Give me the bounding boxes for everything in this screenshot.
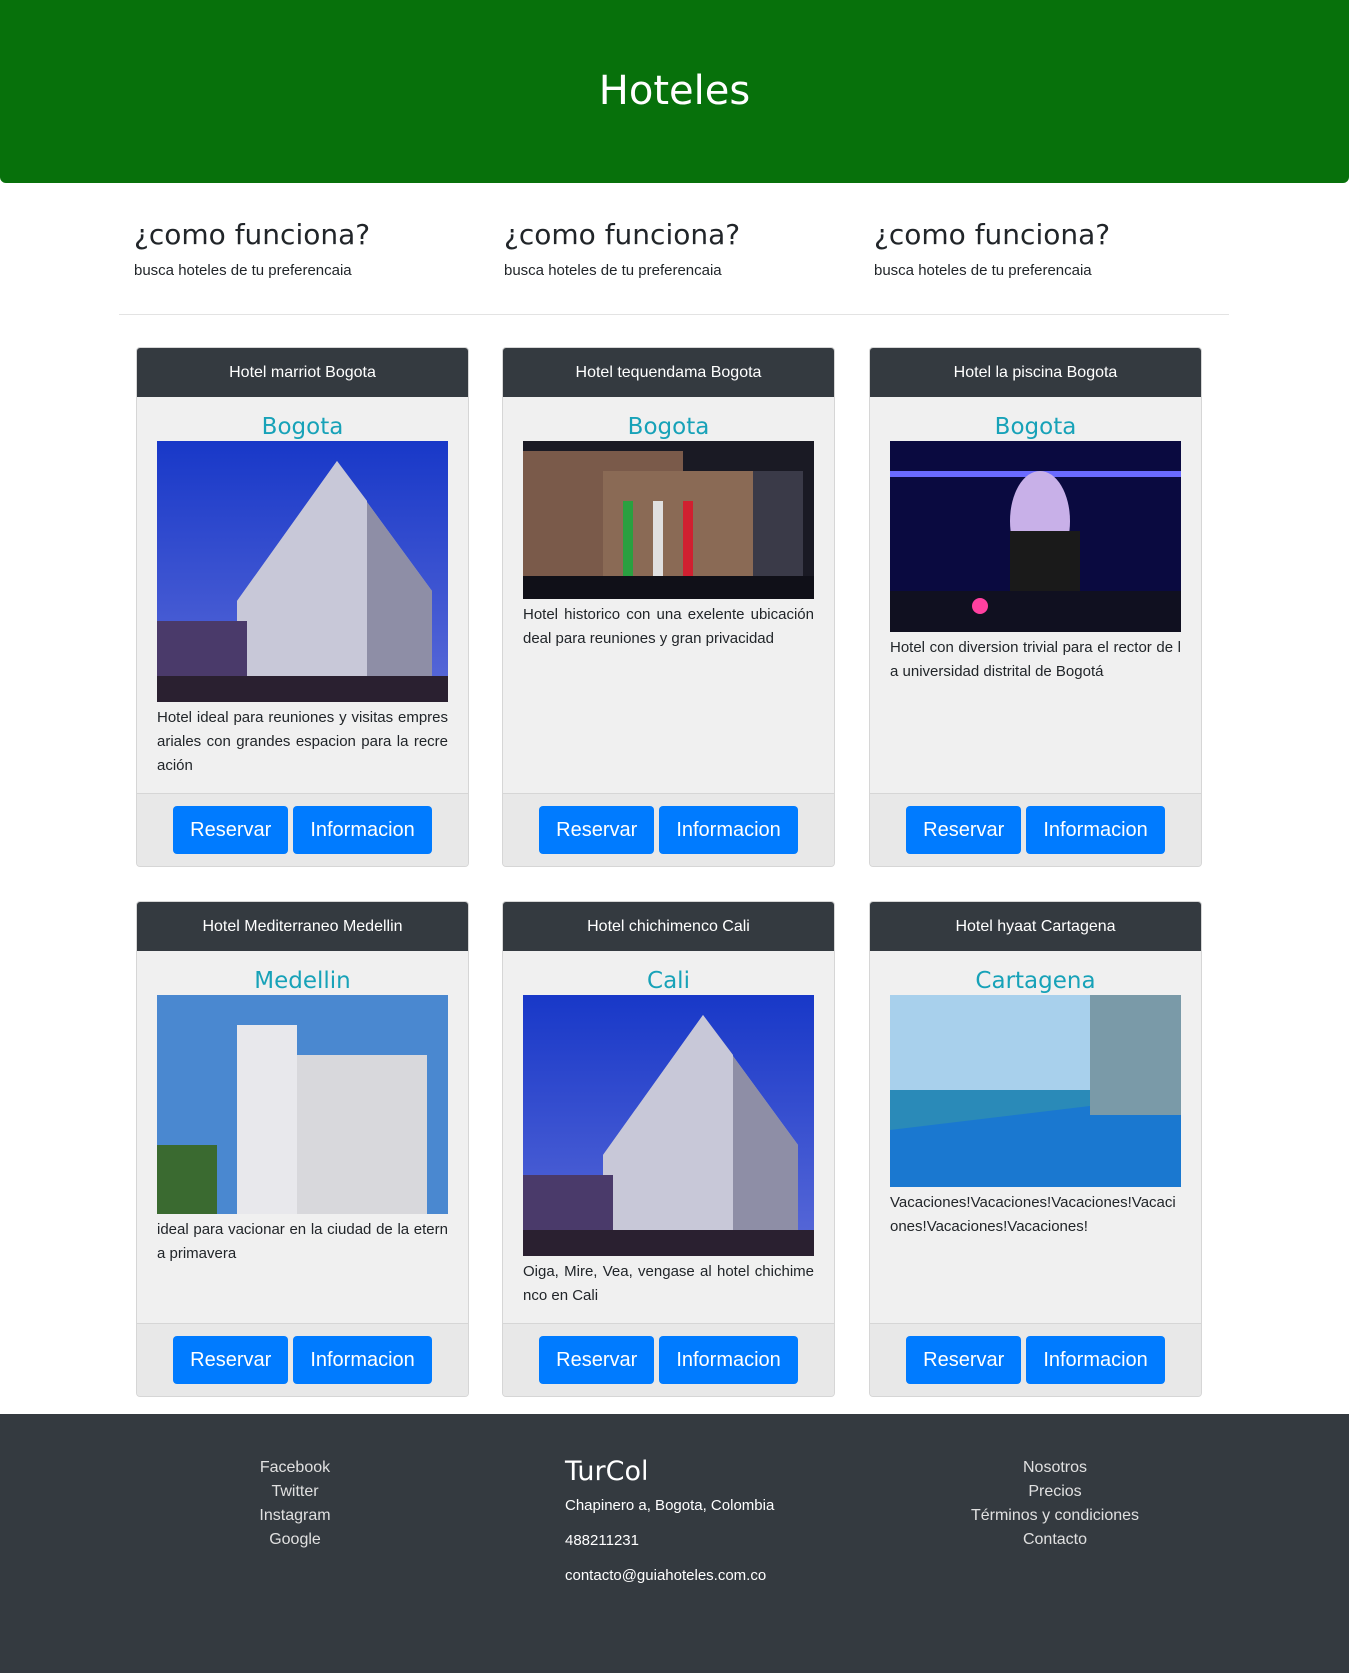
feature-title: ¿como funciona? (874, 218, 1111, 251)
nosotros-link[interactable]: Nosotros (940, 1456, 1170, 1480)
terms-link[interactable]: Términos y condiciones (940, 1504, 1170, 1528)
hotel-name: Hotel marriot Bogota (137, 348, 468, 397)
page-header: Hoteles (0, 0, 1349, 183)
hotel-city: Cartagena (975, 968, 1096, 994)
hotel-image (890, 441, 1181, 632)
hotel-image (890, 995, 1181, 1187)
feature-text: busca hoteles de tu preferencaia (134, 262, 352, 279)
feature-text: busca hoteles de tu preferencaia (504, 262, 722, 279)
brand-name: TurCol (565, 1456, 649, 1487)
feature-title: ¿como funciona? (504, 218, 741, 251)
hotel-card: Hotel hyaat Cartagena Cartagena Vacacion… (869, 901, 1202, 1397)
hotel-description: Oiga, Mire, Vea, vengase al hotel chichi… (523, 1263, 814, 1304)
hotel-city: Cali (647, 968, 690, 994)
feature-block: ¿como funciona? busca hoteles de tu pref… (504, 218, 834, 279)
info-button[interactable]: Informacion (1026, 1336, 1165, 1384)
feature-block: ¿como funciona? busca hoteles de tu pref… (134, 218, 464, 279)
hotel-name: Hotel la piscina Bogota (870, 348, 1201, 397)
contact-info: TurCol Chapinero a, Bogota, Colombia 488… (565, 1456, 865, 1602)
hotel-name: Hotel Mediterraneo Medellin (137, 902, 468, 951)
twitter-link[interactable]: Twitter (220, 1480, 370, 1504)
footer-links: Nosotros Precios Términos y condiciones … (940, 1456, 1170, 1552)
info-button[interactable]: Informacion (1026, 806, 1165, 854)
hotel-card: Hotel chichimenco Cali Cali Oiga, Mire, … (502, 901, 835, 1397)
hotel-card: Hotel tequendama Bogota Bogota Hotel his… (502, 347, 835, 867)
hotel-name: Hotel tequendama Bogota (503, 348, 834, 397)
reserve-button[interactable]: Reservar (539, 806, 655, 854)
google-link[interactable]: Google (220, 1528, 370, 1552)
hotel-city: Bogota (994, 414, 1077, 440)
social-links: Facebook Twitter Instagram Google (220, 1456, 370, 1552)
hotel-description: Hotel historico con una exelente ubicaci… (523, 606, 814, 647)
reserve-button[interactable]: Reservar (539, 1336, 655, 1384)
card-footer: Reservar Informacion (137, 793, 468, 866)
phone: 488211231 (565, 1532, 639, 1549)
hotel-card: Hotel marriot Bogota Bogota Hotel ideal … (136, 347, 469, 867)
feature-block: ¿como funciona? busca hoteles de tu pref… (874, 218, 1204, 279)
hotel-image (523, 995, 814, 1256)
info-button[interactable]: Informacion (293, 1336, 432, 1384)
hotel-card: Hotel Mediterraneo Medellin Medellin ide… (136, 901, 469, 1397)
section-divider (119, 314, 1229, 315)
reserve-button[interactable]: Reservar (906, 1336, 1022, 1384)
hotel-description: Hotel ideal para reuniones y visitas emp… (157, 709, 448, 774)
card-footer: Reservar Informacion (503, 793, 834, 866)
instagram-link[interactable]: Instagram (220, 1504, 370, 1528)
reserve-button[interactable]: Reservar (173, 1336, 289, 1384)
reserve-button[interactable]: Reservar (173, 806, 289, 854)
feature-title: ¿como funciona? (134, 218, 371, 251)
hotel-image (157, 441, 448, 702)
hotel-description: Vacaciones!Vacaciones!Vacaciones!Vacacio… (890, 1194, 1176, 1235)
hotel-description: ideal para vacionar en la ciudad de la e… (157, 1221, 448, 1262)
email: contacto@guiahoteles.com.co (565, 1567, 767, 1584)
hotel-card: Hotel la piscina Bogota Bogota Hotel con… (869, 347, 1202, 867)
card-footer: Reservar Informacion (870, 1323, 1201, 1396)
hotel-name: Hotel chichimenco Cali (503, 902, 834, 951)
hotel-city: Medellin (254, 968, 351, 994)
info-button[interactable]: Informacion (659, 1336, 798, 1384)
card-footer: Reservar Informacion (870, 793, 1201, 866)
contact-link[interactable]: Contacto (940, 1528, 1170, 1552)
page-title: Hoteles (598, 68, 751, 114)
hotel-image (523, 441, 814, 599)
info-button[interactable]: Informacion (293, 806, 432, 854)
address: Chapinero a, Bogota, Colombia (565, 1497, 775, 1514)
page-footer: Facebook Twitter Instagram Google TurCol… (0, 1414, 1349, 1673)
hotel-image (157, 995, 448, 1214)
hotel-description: Hotel con diversion trivial para el rect… (890, 639, 1181, 680)
hotel-city: Bogota (627, 414, 710, 440)
hotel-name: Hotel hyaat Cartagena (870, 902, 1201, 951)
precios-link[interactable]: Precios (940, 1480, 1170, 1504)
card-footer: Reservar Informacion (137, 1323, 468, 1396)
card-footer: Reservar Informacion (503, 1323, 834, 1396)
hotel-city: Bogota (261, 414, 344, 440)
info-button[interactable]: Informacion (659, 806, 798, 854)
reserve-button[interactable]: Reservar (906, 806, 1022, 854)
facebook-link[interactable]: Facebook (220, 1456, 370, 1480)
feature-text: busca hoteles de tu preferencaia (874, 262, 1092, 279)
